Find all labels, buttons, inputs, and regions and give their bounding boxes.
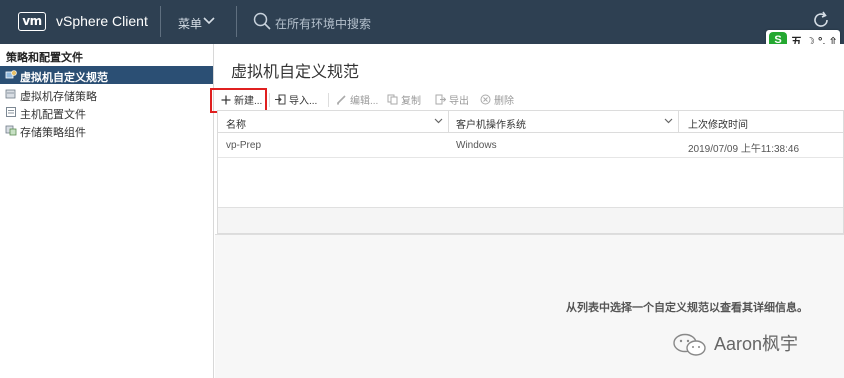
delete-button-label: 删除 [494, 96, 514, 107]
import-button[interactable]: 导入... [275, 92, 317, 108]
export-button-label: 导出 [449, 96, 469, 107]
column-divider[interactable] [678, 111, 679, 133]
sidebar-item-label: 主机配置文件 [20, 109, 86, 121]
watermark-text: Aaron枫宇 [714, 334, 799, 354]
sidebar-item-storage-policy-components[interactable]: 存储策略组件 [0, 121, 213, 139]
sidebar-item-vm-customization-spec[interactable]: 虚拟机自定义规范 [0, 66, 213, 84]
app-title[interactable]: vSphere Client [56, 13, 148, 29]
top-header-bar: vm vSphere Client 菜单 在所有环境中搜索 [0, 0, 844, 44]
import-icon [275, 94, 286, 105]
chevron-down-icon[interactable] [664, 116, 673, 126]
sidebar-item-host-profiles[interactable]: 主机配置文件 [0, 103, 213, 121]
table-row[interactable]: vp-Prep Windows 2019/07/09 上午11:38:46 [218, 133, 843, 158]
copy-button[interactable]: 复制 [387, 92, 421, 108]
main-content: 虚拟机自定义规范 新建... 导入... 编辑... 复制 导出 删除 名称 客… [210, 44, 844, 378]
delete-icon [480, 94, 491, 105]
cell-os: Windows [456, 140, 497, 151]
export-icon [435, 94, 446, 105]
copy-icon [387, 94, 398, 105]
sidebar: 策略和配置文件 虚拟机自定义规范 虚拟机存储策略 主机配置文件 存储策略组件 [0, 44, 214, 378]
toolbar-divider [269, 93, 270, 107]
wechat-icon [673, 333, 706, 356]
vmware-logo[interactable]: vm [18, 12, 46, 31]
sidebar-item-vm-storage-policy[interactable]: 虚拟机存储策略 [0, 85, 213, 103]
column-header-name[interactable]: 名称 [226, 116, 246, 131]
pencil-icon [336, 95, 346, 105]
column-header-os[interactable]: 客户机操作系统 [456, 116, 526, 131]
toolbar-divider [328, 93, 329, 107]
export-button[interactable]: 导出 [435, 92, 469, 108]
chevron-down-icon[interactable] [203, 14, 215, 28]
sidebar-item-label: 存储策略组件 [20, 127, 86, 139]
storage-policy-icon [5, 89, 16, 99]
toolbar: 新建... 导入... 编辑... 复制 导出 删除 [215, 88, 844, 110]
details-panel: 从列表中选择一个自定义规范以查看其详细信息。 [215, 234, 844, 378]
copy-button-label: 复制 [401, 96, 421, 107]
header-divider [160, 6, 161, 37]
delete-button[interactable]: 删除 [480, 92, 514, 108]
edit-button[interactable]: 编辑... [336, 92, 378, 108]
column-divider[interactable] [448, 111, 449, 133]
header-divider [236, 6, 237, 37]
import-button-label: 导入... [289, 96, 318, 107]
sidebar-header: 策略和配置文件 [6, 52, 83, 64]
table-footer [218, 207, 843, 233]
search-input[interactable]: 在所有环境中搜索 [275, 15, 371, 32]
table-header: 名称 客户机操作系统 上次修改时间 [218, 111, 843, 133]
host-profile-icon [6, 107, 16, 117]
search-icon[interactable] [253, 12, 271, 30]
chevron-down-icon[interactable] [434, 116, 443, 126]
refresh-icon[interactable] [811, 10, 831, 30]
cell-name: vp-Prep [226, 140, 262, 151]
menu-button[interactable]: 菜单 [178, 15, 202, 32]
spec-table: 名称 客户机操作系统 上次修改时间 vp-Prep Windows 2019/0… [217, 110, 844, 234]
sidebar-item-label: 虚拟机自定义规范 [20, 72, 108, 84]
sidebar-item-label: 虚拟机存储策略 [20, 91, 97, 103]
page-title: 虚拟机自定义规范 [231, 64, 360, 81]
vm-spec-icon [5, 70, 17, 79]
edit-button-label: 编辑... [350, 96, 379, 107]
cell-modified: 2019/07/09 上午11:38:46 [688, 144, 800, 155]
column-header-modified[interactable]: 上次修改时间 [688, 116, 748, 131]
details-empty-message: 从列表中选择一个自定义规范以查看其详细信息。 [566, 302, 808, 314]
storage-component-icon [5, 125, 17, 136]
